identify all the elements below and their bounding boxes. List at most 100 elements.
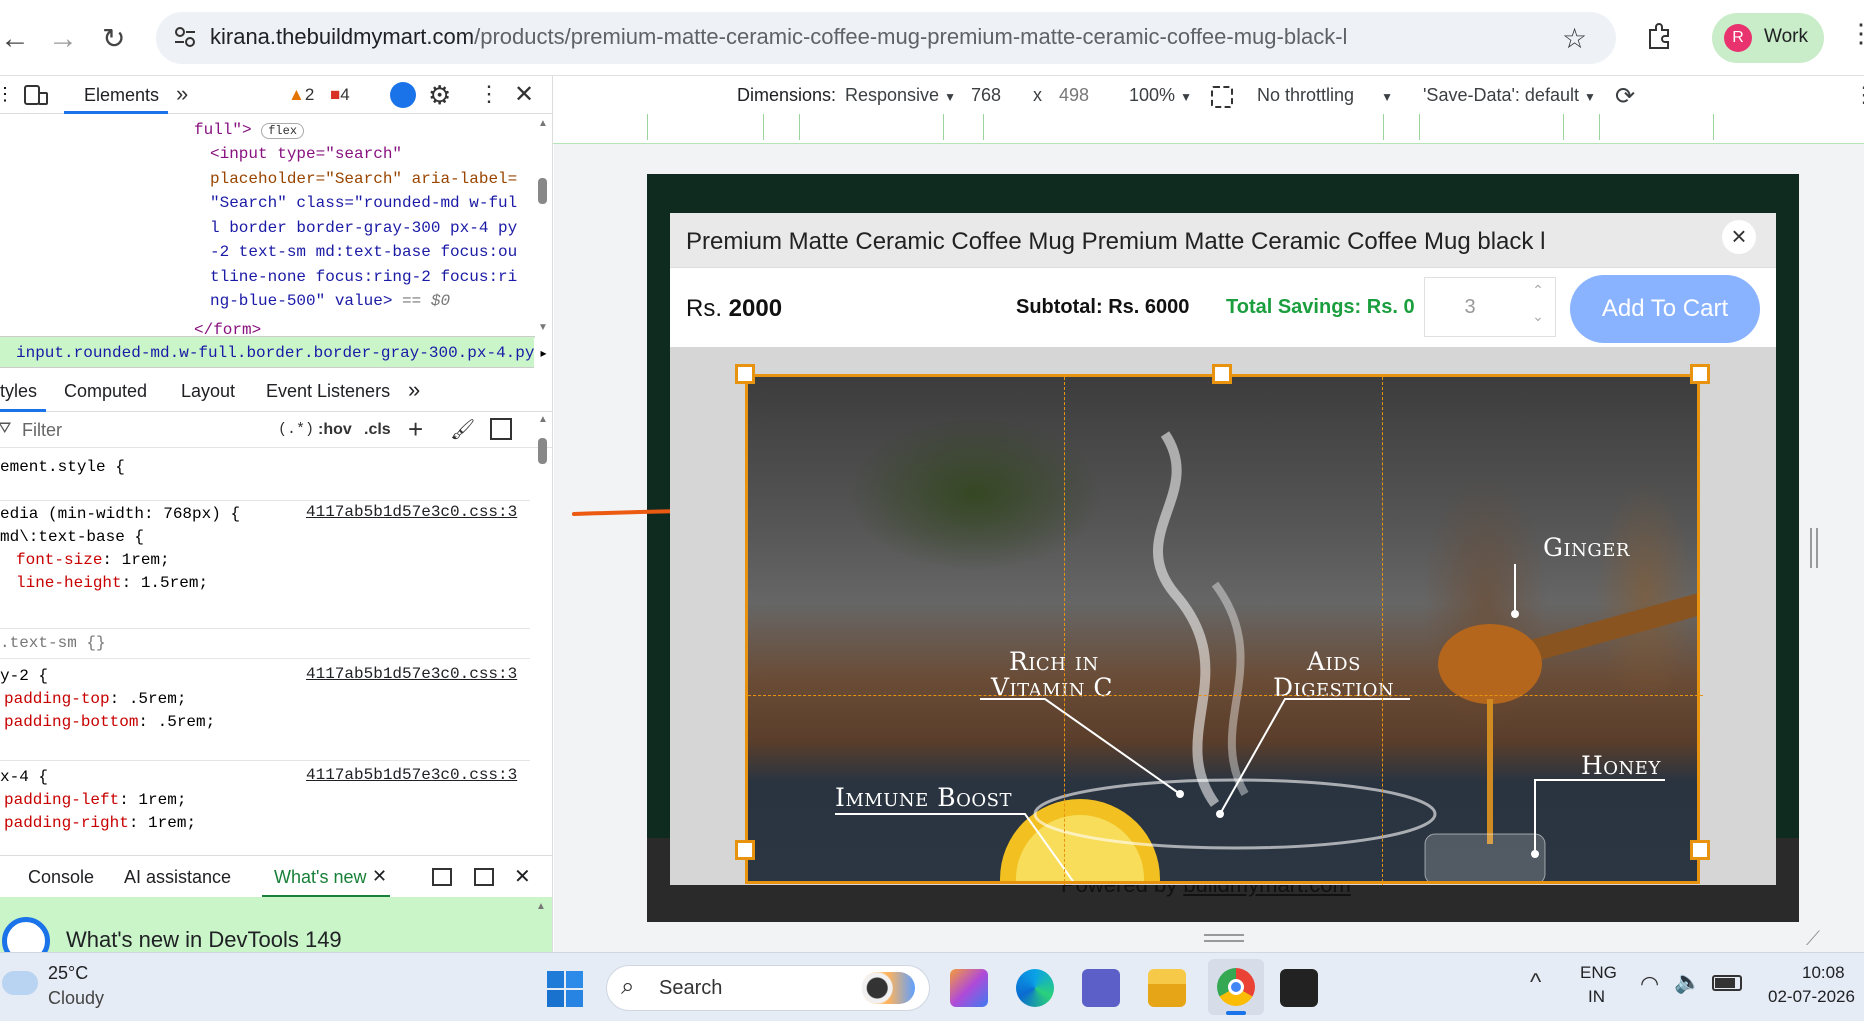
viewport-bottom-resize-handle[interactable] bbox=[1204, 934, 1244, 942]
wifi-icon[interactable]: ◠ bbox=[1640, 971, 1659, 997]
declaration[interactable]: padding-top: .5rem; bbox=[4, 688, 186, 711]
resize-handle[interactable] bbox=[1690, 840, 1710, 860]
cls-toggle[interactable]: .cls bbox=[364, 421, 391, 439]
rule-selector[interactable]: x-4 { bbox=[0, 766, 48, 789]
media-query-bar[interactable] bbox=[553, 112, 1864, 144]
menu-icon[interactable]: ⋮ bbox=[1848, 18, 1864, 49]
rule-source-link[interactable]: 4117ab5b1d57e3c0.css:3 bbox=[306, 665, 517, 683]
rule-selector[interactable]: .text-sm {} bbox=[0, 632, 106, 655]
device-more-icon[interactable]: ⋮ bbox=[1853, 82, 1864, 108]
new-rule-icon[interactable]: + bbox=[408, 414, 423, 445]
width-input[interactable]: 768 bbox=[971, 85, 1001, 106]
rule-selector[interactable]: md\:text-base { bbox=[0, 526, 144, 549]
declaration[interactable]: padding-right: 1rem; bbox=[4, 812, 196, 835]
chrome-taskbar-active[interactable] bbox=[1208, 959, 1264, 1015]
close-tab-icon[interactable]: ✕ bbox=[372, 866, 387, 887]
whats-new-scroll[interactable]: ▲ bbox=[536, 901, 546, 912]
close-icon[interactable]: × bbox=[1722, 220, 1756, 254]
app-box-icon[interactable] bbox=[1280, 969, 1318, 1007]
tree-line[interactable]: </form> bbox=[194, 318, 261, 338]
file-explorer-icon[interactable] bbox=[1148, 969, 1186, 1007]
back-icon[interactable]: ← bbox=[0, 22, 30, 56]
quantity-stepper[interactable]: 3 ⌃ ⌄ bbox=[1424, 277, 1556, 337]
teams-icon[interactable] bbox=[1082, 969, 1120, 1007]
dock-icon[interactable] bbox=[432, 868, 452, 886]
language-region[interactable]: IN bbox=[1588, 987, 1605, 1007]
resize-handle[interactable] bbox=[735, 840, 755, 860]
declaration[interactable]: padding-left: 1rem; bbox=[4, 789, 186, 812]
language-code[interactable]: ENG bbox=[1580, 963, 1617, 983]
tree-scrollbar[interactable]: ▲ ▼ bbox=[536, 118, 550, 336]
regex-toggle[interactable]: (.*) bbox=[278, 421, 314, 438]
zoom-select[interactable]: 100% ▼ bbox=[1129, 85, 1192, 106]
viewport-side-resize-handle[interactable] bbox=[1810, 528, 1818, 568]
forward-icon[interactable]: → bbox=[48, 22, 78, 56]
hov-toggle[interactable]: :hov bbox=[318, 421, 352, 439]
styles-scrollbar[interactable]: ▲ ▼ bbox=[536, 414, 550, 930]
quantity-input[interactable]: 3 bbox=[1425, 296, 1515, 319]
save-data-select[interactable]: 'Save-Data': default ▼ bbox=[1423, 85, 1596, 106]
clock-time[interactable]: 10:08 bbox=[1802, 963, 1845, 983]
declaration[interactable]: padding-bottom: .5rem; bbox=[4, 711, 215, 734]
tab-layout[interactable]: Layout bbox=[181, 381, 235, 402]
warnings-badge[interactable]: ▲2 bbox=[288, 85, 314, 105]
tab-whats-new[interactable]: What's new ✕ bbox=[262, 856, 390, 898]
device-toggle-icon[interactable] bbox=[24, 85, 48, 105]
close-devtools-icon[interactable]: ✕ bbox=[514, 80, 534, 109]
resize-handle[interactable] bbox=[1690, 364, 1710, 384]
tab-console[interactable]: Console bbox=[28, 867, 94, 888]
reload-icon[interactable]: ↻ bbox=[102, 22, 125, 55]
resize-handle[interactable] bbox=[1212, 364, 1232, 384]
more-tabs-icon[interactable]: » bbox=[176, 81, 188, 107]
inspect-icon[interactable]: ⋮ bbox=[0, 84, 14, 105]
clock-date[interactable]: 02-07-2026 bbox=[1768, 987, 1855, 1007]
tab-ai-assistance[interactable]: AI assistance bbox=[124, 867, 231, 888]
weather-desc[interactable]: Cloudy bbox=[48, 988, 104, 1009]
declaration[interactable]: font-size: 1rem; bbox=[16, 549, 170, 572]
undock-icon[interactable] bbox=[474, 868, 494, 886]
more-style-tabs-icon[interactable]: » bbox=[408, 377, 420, 403]
tab-elements[interactable]: Elements bbox=[64, 76, 168, 114]
weather-temp[interactable]: 25°C bbox=[48, 963, 88, 984]
bookmark-star-icon[interactable]: ☆ bbox=[1562, 22, 1587, 55]
settings-gear-icon[interactable]: ⚙ bbox=[428, 80, 451, 111]
tab-computed[interactable]: Computed bbox=[64, 381, 147, 402]
viewport-corner-resize-icon[interactable]: ⟋ bbox=[1806, 928, 1820, 951]
chevron-up-icon[interactable]: ⌃ bbox=[1523, 282, 1553, 306]
chevron-down-icon[interactable]: ⌄ bbox=[1523, 308, 1553, 332]
edge-icon[interactable] bbox=[1016, 969, 1054, 1007]
copilot-icon[interactable] bbox=[950, 969, 988, 1007]
selected-node[interactable]: <input type="search" placeholder="Search… bbox=[194, 142, 530, 312]
flex-badge[interactable]: flex bbox=[261, 123, 305, 139]
errors-badge[interactable]: ■4 bbox=[330, 85, 350, 105]
declaration[interactable]: line-height: 1.5rem; bbox=[16, 572, 208, 595]
breadcrumb[interactable]: input.rounded-md.w-full.border.border-gr… bbox=[0, 336, 535, 368]
height-input[interactable]: 498 bbox=[1059, 85, 1089, 106]
sidebar-toggle-icon[interactable] bbox=[490, 418, 512, 440]
tab-styles[interactable]: tyles bbox=[0, 370, 46, 412]
close-drawer-icon[interactable]: ✕ bbox=[514, 864, 531, 889]
rule-selector[interactable]: ement.style { bbox=[0, 456, 125, 479]
paint-icon[interactable]: 🖌 bbox=[450, 417, 475, 442]
tree-line[interactable]: full"> flex bbox=[194, 118, 305, 144]
profile-chip[interactable]: R Work bbox=[1712, 13, 1824, 63]
rule-selector[interactable]: edia (min-width: 768px) { bbox=[0, 503, 240, 526]
dimension-swap[interactable]: x bbox=[1033, 85, 1042, 106]
filter-input[interactable]: Filter bbox=[22, 420, 62, 441]
rule-source-link[interactable]: 4117ab5b1d57e3c0.css:3 bbox=[306, 766, 517, 784]
resize-handle[interactable] bbox=[735, 364, 755, 384]
address-bar[interactable]: kirana.thebuildmymart.com/products/premi… bbox=[156, 12, 1616, 64]
add-to-cart-button[interactable]: Add To Cart bbox=[1570, 275, 1760, 343]
taskbar-search[interactable]: ⌕ Search bbox=[606, 965, 930, 1011]
rule-selector[interactable]: y-2 { bbox=[0, 665, 48, 688]
volume-icon[interactable]: 🔈 bbox=[1674, 969, 1701, 995]
rule-source-link[interactable]: 4117ab5b1d57e3c0.css:3 bbox=[306, 503, 517, 521]
ai-assist-icon[interactable] bbox=[390, 82, 416, 108]
fit-icon[interactable] bbox=[1211, 86, 1233, 108]
tab-event-listeners[interactable]: Event Listeners bbox=[266, 381, 390, 402]
tray-chevron-up-icon[interactable]: ^ bbox=[1530, 969, 1541, 997]
throttle-select[interactable]: No throttling ▼ bbox=[1257, 85, 1393, 106]
rotate-icon[interactable]: ⟳ bbox=[1615, 82, 1635, 111]
start-windows-icon[interactable] bbox=[547, 971, 583, 1007]
battery-icon[interactable] bbox=[1712, 975, 1742, 991]
